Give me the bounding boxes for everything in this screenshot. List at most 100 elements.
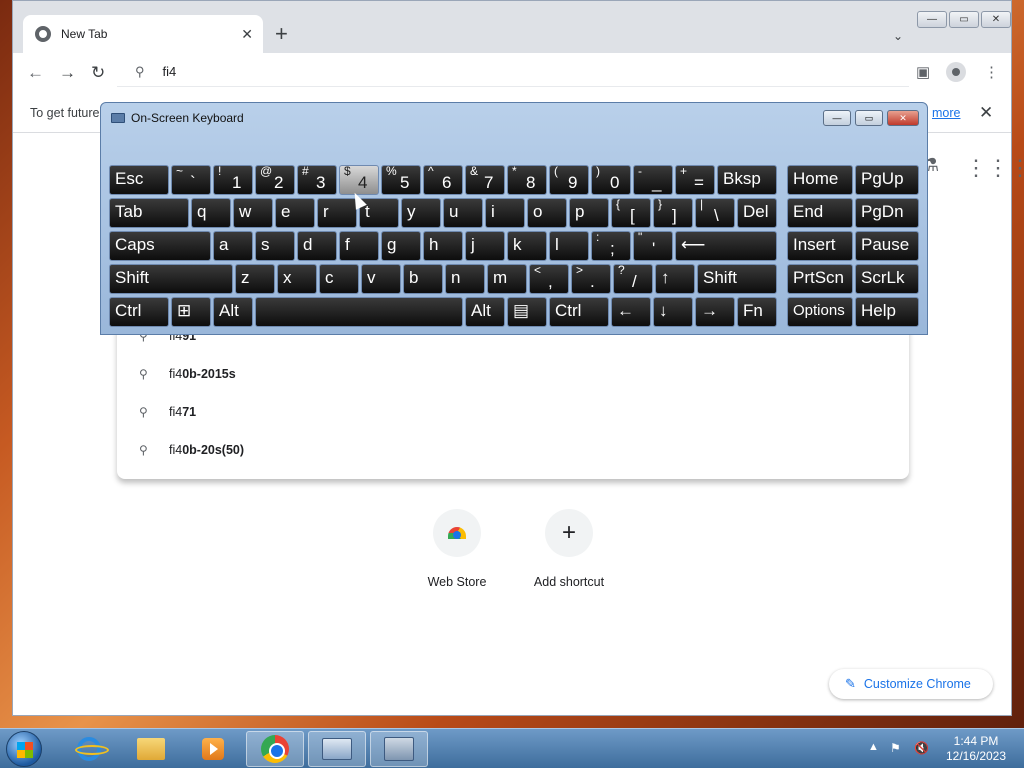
key-shift[interactable]: Shift <box>697 264 777 294</box>
maximize-button[interactable]: ▭ <box>949 11 979 28</box>
key-n[interactable]: n <box>445 264 485 294</box>
key-⟵[interactable]: ⟵ <box>675 231 777 261</box>
suggestion-item[interactable]: ⚲ fi4 71 <box>139 405 196 419</box>
key-prtscn[interactable]: PrtScn <box>787 264 853 294</box>
minimize-button[interactable]: — <box>917 11 947 28</box>
key-end[interactable]: End <box>787 198 853 228</box>
key-;[interactable]: :; <box>591 231 631 261</box>
shortcut-add[interactable]: + Add shortcut <box>519 509 619 589</box>
key-8[interactable]: * 8 <box>507 165 547 195</box>
taskbar-chrome[interactable] <box>246 731 304 767</box>
key-space[interactable] <box>255 297 463 327</box>
key-'[interactable]: " ' <box>633 231 673 261</box>
suggestion-item[interactable]: ⚲ fi4 0b-20s(50) <box>139 443 244 457</box>
key-bksp[interactable]: Bksp <box>717 165 777 195</box>
tab-new-tab[interactable]: New Tab ✕ <box>23 15 263 53</box>
key-▤[interactable]: ▤ <box>507 297 547 327</box>
key-fn[interactable]: Fn <box>737 297 777 327</box>
taskbar-remote-app[interactable] <box>370 731 428 767</box>
reload-button[interactable]: ↻ <box>91 63 105 83</box>
tab-close-icon[interactable]: ✕ <box>241 26 253 43</box>
key-6[interactable]: ^ 6 <box>423 165 463 195</box>
close-button[interactable]: ✕ <box>981 11 1011 28</box>
key-ctrl[interactable]: Ctrl <box>549 297 609 327</box>
volume-muted-icon[interactable]: 🔇 <box>914 741 930 755</box>
taskbar-file-explorer[interactable] <box>122 731 180 767</box>
key-2[interactable]: @2 <box>255 165 295 195</box>
key-_[interactable]: - _ <box>633 165 673 195</box>
key-5[interactable]: % 5 <box>381 165 421 195</box>
tray-overflow-icon[interactable]: ▲ <box>868 741 879 753</box>
key-⊞[interactable]: ⊞ <box>171 297 211 327</box>
taskbar-media-player[interactable] <box>184 731 242 767</box>
key-→[interactable]: → <box>695 297 735 327</box>
key-pause[interactable]: Pause <box>855 231 919 261</box>
key-i[interactable]: i <box>485 198 525 228</box>
shortcut-web-store[interactable]: Web Store <box>407 509 507 589</box>
omnibox[interactable]: ⚲ fi4 <box>117 57 909 87</box>
key-x[interactable]: x <box>277 264 317 294</box>
key-q[interactable]: q <box>191 198 231 228</box>
key-options[interactable]: Options <box>787 297 853 327</box>
tab-search-icon[interactable]: ⌄ <box>893 29 903 43</box>
key-del[interactable]: Del <box>737 198 777 228</box>
osk-maximize-button[interactable]: ▭ <box>855 110 883 126</box>
key-z[interactable]: z <box>235 264 275 294</box>
key-s[interactable]: s <box>255 231 295 261</box>
key-tab[interactable]: Tab <box>109 198 189 228</box>
key-↓[interactable]: ↓ <box>653 297 693 327</box>
customize-chrome-button[interactable]: ✎ Customize Chrome <box>829 669 993 699</box>
system-clock[interactable]: 1:44 PM 12/16/2023 <box>936 734 1016 764</box>
key-home[interactable]: Home <box>787 165 853 195</box>
key-o[interactable]: o <box>527 198 567 228</box>
key-caps[interactable]: Caps <box>109 231 211 261</box>
key-y[interactable]: y <box>401 198 441 228</box>
key-shift[interactable]: Shift <box>109 264 233 294</box>
key-9[interactable]: (9 <box>549 165 589 195</box>
key-l[interactable]: l <box>549 231 589 261</box>
profile-avatar-icon[interactable] <box>946 62 966 82</box>
key-p[interactable]: p <box>569 198 609 228</box>
suggestion-item[interactable]: ⚲ fi4 0b-2015s <box>139 367 236 381</box>
info-bar-close-icon[interactable]: ✕ <box>979 103 993 123</box>
key-m[interactable]: m <box>487 264 527 294</box>
key-u[interactable]: u <box>443 198 483 228</box>
key-←[interactable]: ← <box>611 297 651 327</box>
action-center-icon[interactable]: ⚑ <box>890 741 906 755</box>
key-scrlk[interactable]: ScrLk <box>855 264 919 294</box>
key-k[interactable]: k <box>507 231 547 261</box>
key-1[interactable]: ! 1 <box>213 165 253 195</box>
key-/[interactable]: ? / <box>613 264 653 294</box>
key-0[interactable]: ) 0 <box>591 165 631 195</box>
key-d[interactable]: d <box>297 231 337 261</box>
key-↑[interactable]: ↑ <box>655 264 695 294</box>
key-g[interactable]: g <box>381 231 421 261</box>
key-insert[interactable]: Insert <box>787 231 853 261</box>
key-[[interactable]: {[ <box>611 198 651 228</box>
key-`[interactable]: ~ ` <box>171 165 211 195</box>
key-b[interactable]: b <box>403 264 443 294</box>
side-panel-icon[interactable]: ▣ <box>916 63 930 81</box>
key-c[interactable]: c <box>319 264 359 294</box>
key-a[interactable]: a <box>213 231 253 261</box>
key-r[interactable]: r <box>317 198 357 228</box>
osk-close-button[interactable]: ✕ <box>887 110 919 126</box>
forward-button[interactable]: → <box>59 63 76 83</box>
new-tab-button[interactable]: + <box>275 23 288 45</box>
key-7[interactable]: & 7 <box>465 165 505 195</box>
key-h[interactable]: h <box>423 231 463 261</box>
osk-minimize-button[interactable]: — <box>823 110 851 126</box>
key-j[interactable]: j <box>465 231 505 261</box>
key-,[interactable]: <, <box>529 264 569 294</box>
key-=[interactable]: + = <box>675 165 715 195</box>
key-help[interactable]: Help <box>855 297 919 327</box>
key-pgdn[interactable]: PgDn <box>855 198 919 228</box>
back-button[interactable]: ← <box>27 63 44 83</box>
key-pgup[interactable]: PgUp <box>855 165 919 195</box>
key-e[interactable]: e <box>275 198 315 228</box>
key-alt[interactable]: Alt <box>213 297 253 327</box>
key-f[interactable]: f <box>339 231 379 261</box>
menu-icon[interactable]: ⋮ <box>984 63 999 81</box>
key-.[interactable]: >. <box>571 264 611 294</box>
start-button[interactable] <box>6 731 42 767</box>
